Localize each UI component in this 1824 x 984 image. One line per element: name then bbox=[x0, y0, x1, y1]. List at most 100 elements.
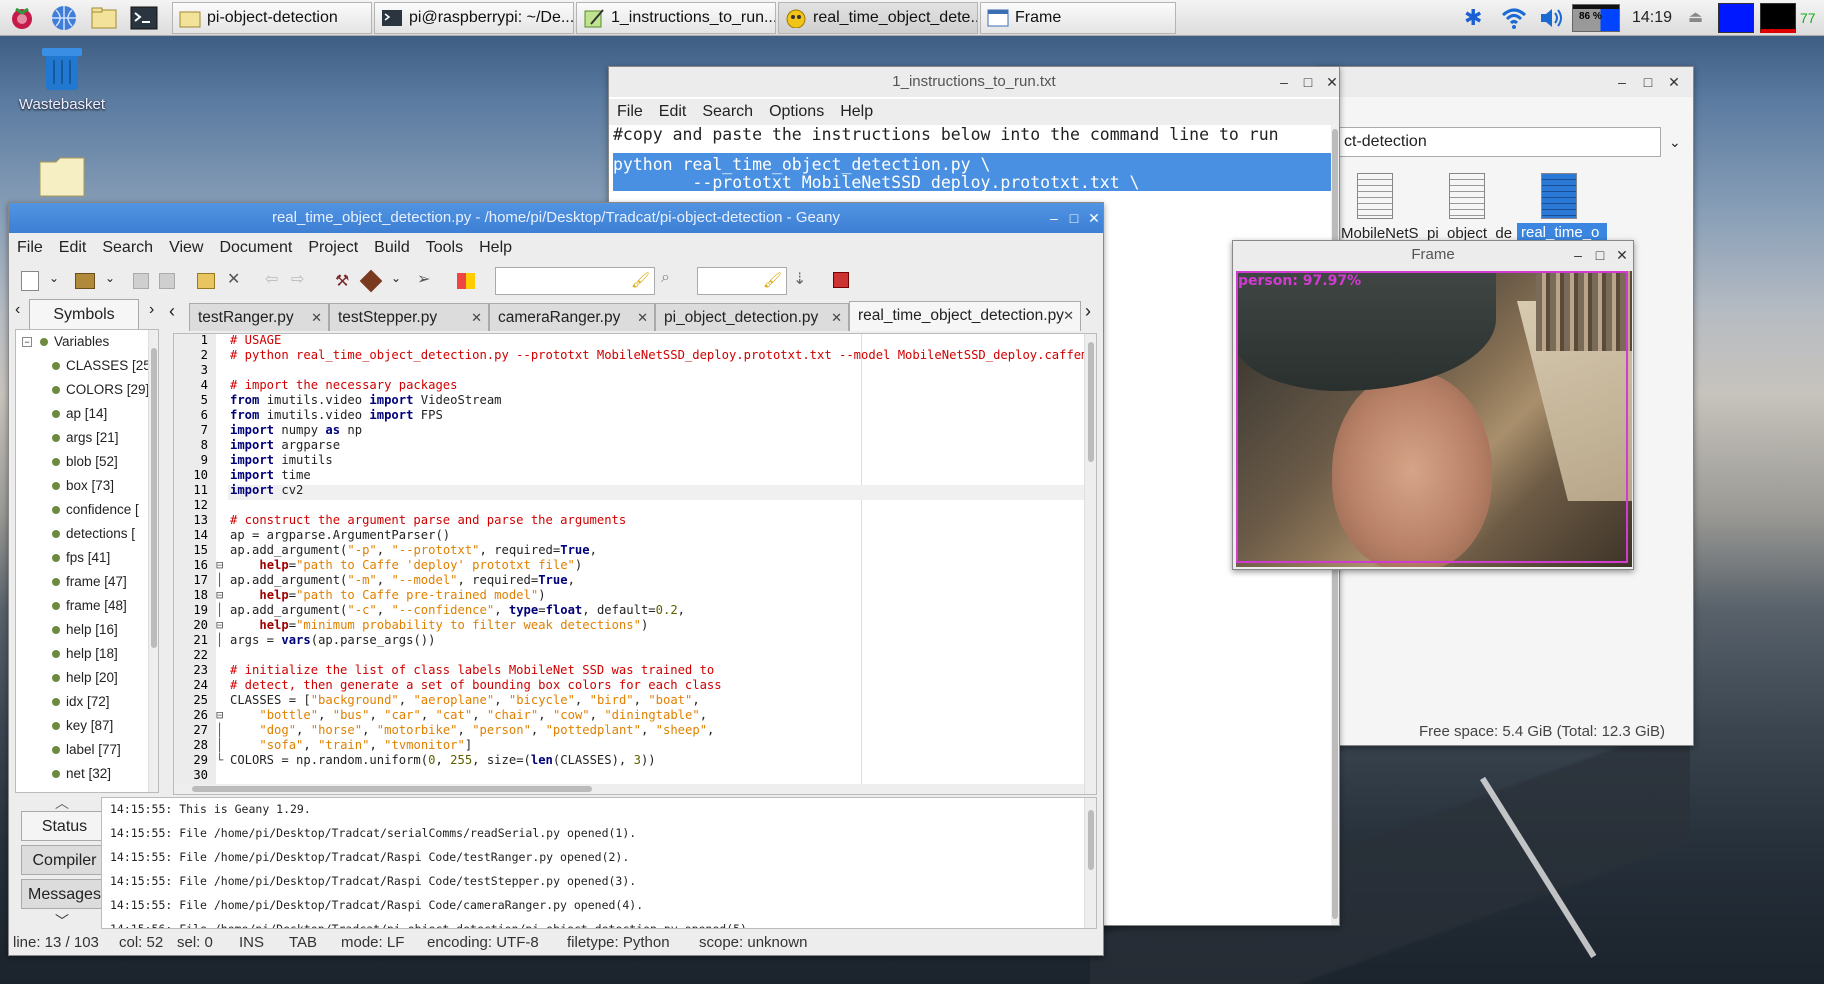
eject-icon[interactable]: ⏏ bbox=[1688, 4, 1703, 32]
tab-pi-object-detection[interactable]: pi_object_detection.py ✕ bbox=[655, 303, 849, 331]
symbol-item[interactable]: help [20] bbox=[52, 666, 118, 690]
symbol-item[interactable]: help [18] bbox=[52, 642, 118, 666]
fold-markers[interactable]: ⊟ │ ⊟ │ ⊟ │ ⊟ │ │ └ bbox=[216, 334, 223, 768]
tab-close-icon[interactable]: ✕ bbox=[1063, 302, 1074, 330]
new-file-icon[interactable] bbox=[21, 271, 39, 291]
close-button[interactable]: ✕ bbox=[1663, 67, 1685, 97]
menu-help[interactable]: Help bbox=[840, 103, 873, 120]
goto-line-icon[interactable]: ⇣ bbox=[793, 269, 806, 289]
maximize-button[interactable]: □ bbox=[1637, 67, 1659, 97]
tab-close-icon[interactable]: ✕ bbox=[311, 304, 322, 331]
folder-desktop-icon[interactable] bbox=[38, 154, 86, 202]
sidebar-scroll-left-icon[interactable]: ‹ bbox=[15, 301, 20, 319]
tab-symbols[interactable]: Symbols bbox=[29, 299, 139, 329]
symbol-item[interactable]: box [73] bbox=[51, 474, 114, 498]
clock[interactable]: 14:19 bbox=[1632, 4, 1672, 32]
tab-cameraRanger[interactable]: cameraRanger.py ✕ bbox=[489, 303, 655, 331]
new-dropdown-icon[interactable]: ⌄ bbox=[49, 271, 59, 285]
menu-build[interactable]: Build bbox=[374, 239, 410, 256]
message-window-toggle-down-icon[interactable]: ﹀ bbox=[55, 911, 69, 931]
close-button[interactable]: ✕ bbox=[1321, 67, 1343, 97]
menu-edit[interactable]: Edit bbox=[59, 239, 87, 256]
tree-root[interactable]: Variables bbox=[54, 330, 109, 354]
source-code[interactable]: # USAGE # python real_time_object_detect… bbox=[230, 334, 1096, 768]
tree-collapse-icon[interactable]: − bbox=[22, 337, 32, 347]
clear-search-icon[interactable]: 🖌 bbox=[631, 271, 650, 289]
revert-icon[interactable] bbox=[197, 273, 215, 289]
symbol-item[interactable]: help [16] bbox=[52, 618, 118, 642]
back-icon[interactable]: ⇦ bbox=[265, 269, 278, 289]
taskbar-button-terminal[interactable]: pi@raspberrypi: ~/De... bbox=[374, 2, 574, 34]
build-icon[interactable] bbox=[359, 269, 383, 293]
close-file-icon[interactable]: ✕ bbox=[227, 269, 240, 289]
tab-close-icon[interactable]: ✕ bbox=[831, 304, 842, 331]
symbol-item[interactable]: frame [48] bbox=[52, 594, 127, 618]
menu-edit[interactable]: Edit bbox=[659, 103, 687, 120]
tab-compiler[interactable]: Compiler bbox=[21, 845, 108, 875]
text-file-icon[interactable] bbox=[1357, 173, 1393, 219]
maximize-button[interactable]: □ bbox=[1589, 241, 1611, 269]
minimize-button[interactable]: – bbox=[1611, 67, 1633, 97]
symbol-tree[interactable]: − Variables CLASSES [25 COLORS [29] ap [14… bbox=[15, 329, 159, 793]
terminal-icon[interactable] bbox=[130, 4, 158, 32]
menu-search[interactable]: Search bbox=[702, 103, 753, 120]
search-input[interactable]: 🖌 bbox=[495, 267, 655, 295]
tabs-scroll-left-icon[interactable]: ‹ bbox=[169, 301, 175, 322]
menu-search[interactable]: Search bbox=[102, 239, 153, 256]
web-browser-icon[interactable] bbox=[50, 4, 78, 32]
menu-options[interactable]: Options bbox=[769, 103, 824, 120]
taskbar-button-frame[interactable]: Frame bbox=[980, 2, 1176, 34]
save-all-icon[interactable] bbox=[159, 273, 175, 289]
wifi-icon[interactable] bbox=[1500, 4, 1528, 32]
maximize-button[interactable]: □ bbox=[1063, 203, 1085, 233]
symbol-item[interactable]: ap [14] bbox=[51, 402, 107, 426]
open-dropdown-icon[interactable]: ⌄ bbox=[105, 271, 115, 285]
close-button[interactable]: ✕ bbox=[1083, 203, 1105, 233]
symbol-item[interactable]: idx [72] bbox=[52, 690, 110, 714]
minimize-button[interactable]: – bbox=[1273, 67, 1295, 97]
close-button[interactable]: ✕ bbox=[1611, 241, 1633, 269]
maximize-button[interactable]: □ bbox=[1297, 67, 1319, 97]
menu-file[interactable]: File bbox=[617, 103, 643, 120]
raspberry-menu-icon[interactable] bbox=[8, 4, 36, 32]
symbol-item[interactable]: net [32] bbox=[51, 762, 111, 786]
minimize-button[interactable]: – bbox=[1043, 203, 1065, 233]
tab-testRanger[interactable]: testRanger.py ✕ bbox=[189, 303, 329, 331]
menu-tools[interactable]: Tools bbox=[426, 239, 463, 256]
tab-testStepper[interactable]: testStepper.py ✕ bbox=[329, 303, 489, 331]
quit-icon[interactable] bbox=[833, 272, 849, 288]
taskbar-button-text-editor[interactable]: 1_instructions_to_run... bbox=[576, 2, 776, 34]
text-file-icon[interactable] bbox=[1449, 173, 1485, 219]
symbol-item[interactable]: fps [41] bbox=[51, 546, 110, 570]
menu-file[interactable]: File bbox=[17, 239, 43, 256]
editor-vertical-scrollbar[interactable] bbox=[1084, 334, 1096, 794]
symbol-item[interactable]: CLASSES [25 bbox=[52, 354, 151, 378]
log-scrollbar[interactable] bbox=[1084, 798, 1096, 928]
symbol-item[interactable]: key [87] bbox=[51, 714, 113, 738]
symbol-item[interactable]: confidence [ bbox=[52, 498, 139, 522]
menu-document[interactable]: Document bbox=[219, 239, 292, 256]
bluetooth-icon[interactable]: ✱ bbox=[1464, 4, 1482, 32]
symbol-scrollbar[interactable] bbox=[148, 330, 158, 792]
menu-help[interactable]: Help bbox=[479, 239, 512, 256]
execute-icon[interactable]: ➢ bbox=[417, 269, 430, 289]
menu-view[interactable]: View bbox=[169, 239, 203, 256]
taskbar-button-file-manager[interactable]: pi-object-detection bbox=[172, 2, 372, 34]
symbol-item[interactable]: args [21] bbox=[52, 426, 119, 450]
path-dropdown-icon[interactable]: ⌄ bbox=[1669, 127, 1681, 157]
clear-goto-icon[interactable]: 🖌 bbox=[763, 271, 782, 289]
message-window-toggle-up-icon[interactable]: ︿ bbox=[55, 793, 69, 813]
tab-close-icon[interactable]: ✕ bbox=[471, 304, 482, 331]
path-field[interactable]: ct-detection bbox=[1339, 127, 1661, 157]
save-icon[interactable] bbox=[133, 273, 149, 289]
build-dropdown-icon[interactable]: ⌄ bbox=[391, 271, 401, 285]
file-manager-icon[interactable] bbox=[90, 4, 118, 32]
sidebar-scroll-right-icon[interactable]: › bbox=[149, 301, 154, 319]
status-log[interactable]: 14:15:55: This is Geany 1.29. 14:15:55: F… bbox=[101, 797, 1097, 929]
find-icon[interactable]: ⌕ bbox=[661, 269, 670, 287]
python-file-icon[interactable] bbox=[1541, 173, 1577, 219]
symbol-item[interactable]: frame [47] bbox=[52, 570, 127, 594]
forward-icon[interactable]: ⇨ bbox=[291, 269, 304, 289]
editor-horizontal-scrollbar[interactable] bbox=[174, 784, 1084, 794]
symbol-item[interactable]: COLORS [29] bbox=[51, 378, 149, 402]
